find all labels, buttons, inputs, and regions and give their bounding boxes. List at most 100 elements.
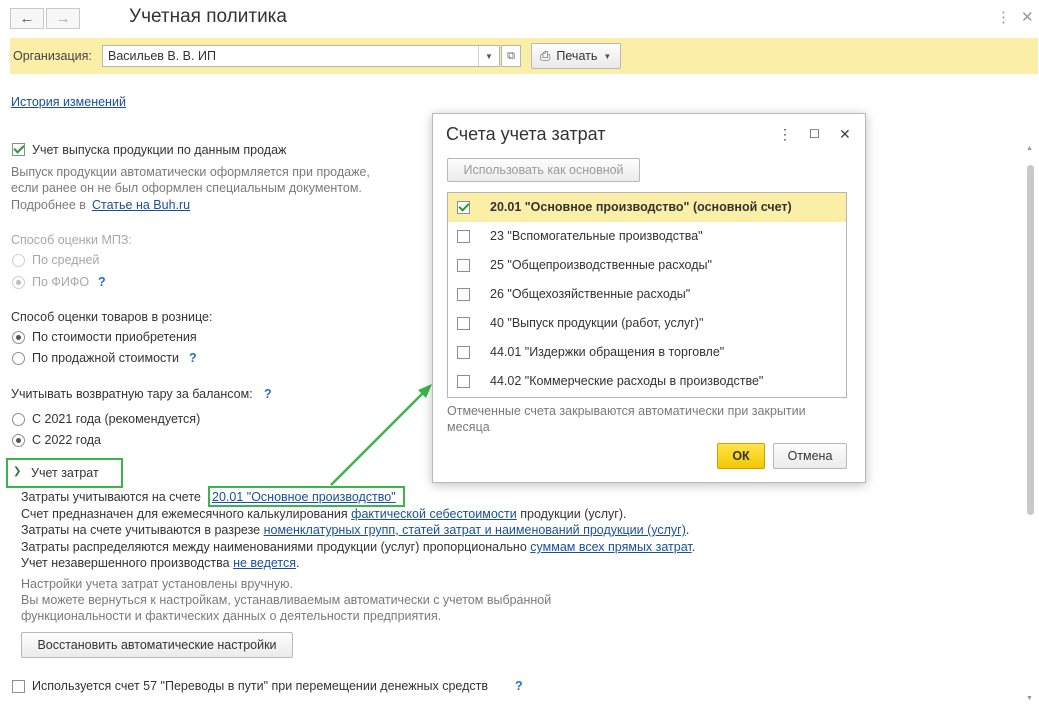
account-checkbox[interactable] [457,375,470,388]
production-description-2: если ранее он не был оформлен специальны… [11,181,362,195]
production-by-sales-checkbox[interactable] [12,143,25,156]
ok-button[interactable]: ОК [717,443,765,469]
open-form-icon: ⧉ [507,49,515,62]
print-button[interactable]: ⎙ Печать ▼ [531,43,621,69]
costs-line-4: Затраты распределяются между наименовани… [21,540,695,554]
forward-button[interactable]: → [46,8,80,29]
account-checkbox[interactable] [457,317,470,330]
restore-defaults-button[interactable]: Восстановить автоматические настройки [21,632,293,658]
costs-line-2-suffix: продукции (услуг). [520,507,627,521]
list-item[interactable]: 26 "Общехозяйственные расходы" [448,280,846,309]
account-label: 44.01 "Издержки обращения в торговле" [490,345,725,359]
arrow-right-icon: → [55,10,71,27]
costs-line-5-prefix: Учет незавершенного производства [21,556,230,570]
list-item[interactable]: 44.01 "Издержки обращения в торговле" [448,338,846,367]
account-checkbox[interactable] [457,288,470,301]
mpz-average-radio[interactable] [12,254,25,267]
print-label: Печать [556,49,598,63]
page-title: Учетная политика [129,6,287,27]
more-menu-icon[interactable]: ⋮ [778,126,792,143]
production-description-1: Выпуск продукции автоматически оформляет… [11,165,370,179]
accounts-list: 20.01 "Основное производство" (основной … [447,192,847,398]
scrollbar-thumb[interactable] [1027,165,1034,515]
back-button[interactable]: ← [10,8,44,29]
costs-line-4-prefix: Затраты распределяются между наименовани… [21,540,527,554]
actual-cost-link[interactable]: фактической себестоимости [351,507,517,521]
list-item[interactable]: 23 "Вспомогательные производства" [448,222,846,251]
retail-label: Способ оценки товаров в рознице: [11,310,213,324]
costs-line-2: Счет предназначен для ежемесячного кальк… [21,507,627,521]
dialog-note-2: месяца [447,420,490,434]
account-label: 44.02 "Коммерческие расходы в производст… [490,374,764,388]
more-info-prefix: Подробнее в [11,198,86,212]
organization-field[interactable]: Васильев В. В. ИП ▼ [102,45,500,67]
costs-note-3: функциональности и фактических данных о … [21,609,442,623]
account-57-label: Используется счет 57 "Переводы в пути" п… [32,679,488,693]
costs-section-title[interactable]: Учет затрат [31,466,99,480]
account-57-checkbox[interactable] [12,680,25,693]
costs-line-3-prefix: Затраты на счете учитываются в разрезе [21,523,261,537]
arrow-left-icon: ← [19,10,35,27]
dialog-note-1: Отмеченные счета закрываются автоматичес… [447,404,806,418]
account-label: 40 "Выпуск продукции (работ, услуг)" [490,316,704,330]
use-as-main-button[interactable]: Использовать как основной [447,158,640,182]
account-label: 25 "Общепроизводственные расходы" [490,258,712,272]
list-item[interactable]: 44.02 "Коммерческие расходы в производст… [448,367,846,396]
printer-icon: ⎙ [540,48,551,63]
costs-line-3-suffix: . [685,523,690,537]
help-icon[interactable]: ? [98,275,106,289]
mpz-fifo-label: По ФИФО [32,275,90,289]
list-item[interactable]: 20.01 "Основное производство" (основной … [448,193,846,222]
close-icon[interactable]: ✕ [1021,8,1034,26]
account-checkbox[interactable] [457,259,470,272]
account-label: 20.01 "Основное производство" (основной … [490,200,792,214]
help-icon[interactable]: ? [515,679,523,693]
account-checkbox[interactable] [457,346,470,359]
account-checkbox[interactable] [457,230,470,243]
costs-line-4-suffix: . [691,540,696,554]
chevron-down-icon[interactable]: ❯ [13,466,21,477]
maximize-icon[interactable]: ☐ [809,127,820,141]
costs-note-1: Настройки учета затрат установлены вручн… [21,577,293,591]
account-label: 23 "Вспомогательные производства" [490,229,703,243]
retail-cost-radio[interactable] [12,331,25,344]
help-icon[interactable]: ? [189,351,197,365]
cost-accounts-dialog: Счета учета затрат ⋮ ☐ ✕ Использовать ка… [432,113,866,483]
scroll-up-icon[interactable]: ▲ [1026,145,1033,152]
history-link[interactable]: История изменений [11,95,126,109]
account-checkbox[interactable] [457,201,470,214]
cancel-button[interactable]: Отмена [773,443,847,469]
retail-cost-label: По стоимости приобретения [32,330,197,344]
costs-line-2-prefix: Счет предназначен для ежемесячного кальк… [21,507,348,521]
chevron-down-icon: ▼ [603,51,612,61]
costs-note-2: Вы можете вернуться к настройкам, устана… [21,593,552,607]
wip-link[interactable]: не ведется [233,556,296,570]
organization-bar: Организация: Васильев В. В. ИП ▼ ⧉ ⎙ Печ… [10,38,1038,74]
mpz-average-label: По средней [32,253,100,267]
list-item[interactable]: 40 "Выпуск продукции (работ, услуг)" [448,309,846,338]
analytics-link[interactable]: номенклатурных групп, статей затрат и на… [264,523,686,537]
scroll-down-icon[interactable]: ▼ [1026,695,1033,702]
dropdown-arrow-icon[interactable]: ▼ [478,46,499,66]
retail-sale-price-radio[interactable] [12,352,25,365]
tare-2022-radio[interactable] [12,434,25,447]
buh-article-link[interactable]: Статье на Buh.ru [92,198,190,212]
more-menu-icon[interactable]: ⋮ [996,8,1011,26]
tare-2021-label: С 2021 года (рекомендуется) [32,412,201,426]
costs-line-5: Учет незавершенного производства не веде… [21,556,300,570]
organization-value: Васильев В. В. ИП [108,49,216,63]
help-icon[interactable]: ? [264,387,272,401]
direct-costs-link[interactable]: суммам всех прямых затрат [530,540,691,554]
tare-label: Учитывать возвратную тару за балансом: [11,387,253,401]
tare-2022-label: С 2022 года [32,433,101,447]
costs-line-3: Затраты на счете учитываются в разрезе н… [21,523,689,537]
cost-account-link[interactable]: 20.01 "Основное производство" [212,490,396,504]
retail-sale-price-label: По продажной стоимости [32,351,179,365]
tare-2021-radio[interactable] [12,413,25,426]
close-icon[interactable]: ✕ [839,126,851,143]
mpz-fifo-radio[interactable] [12,276,25,289]
production-by-sales-label: Учет выпуска продукции по данным продаж [32,143,287,157]
costs-line-1-prefix: Затраты учитываются на счете [21,490,201,504]
open-organization-button[interactable]: ⧉ [501,45,521,67]
list-item[interactable]: 25 "Общепроизводственные расходы" [448,251,846,280]
